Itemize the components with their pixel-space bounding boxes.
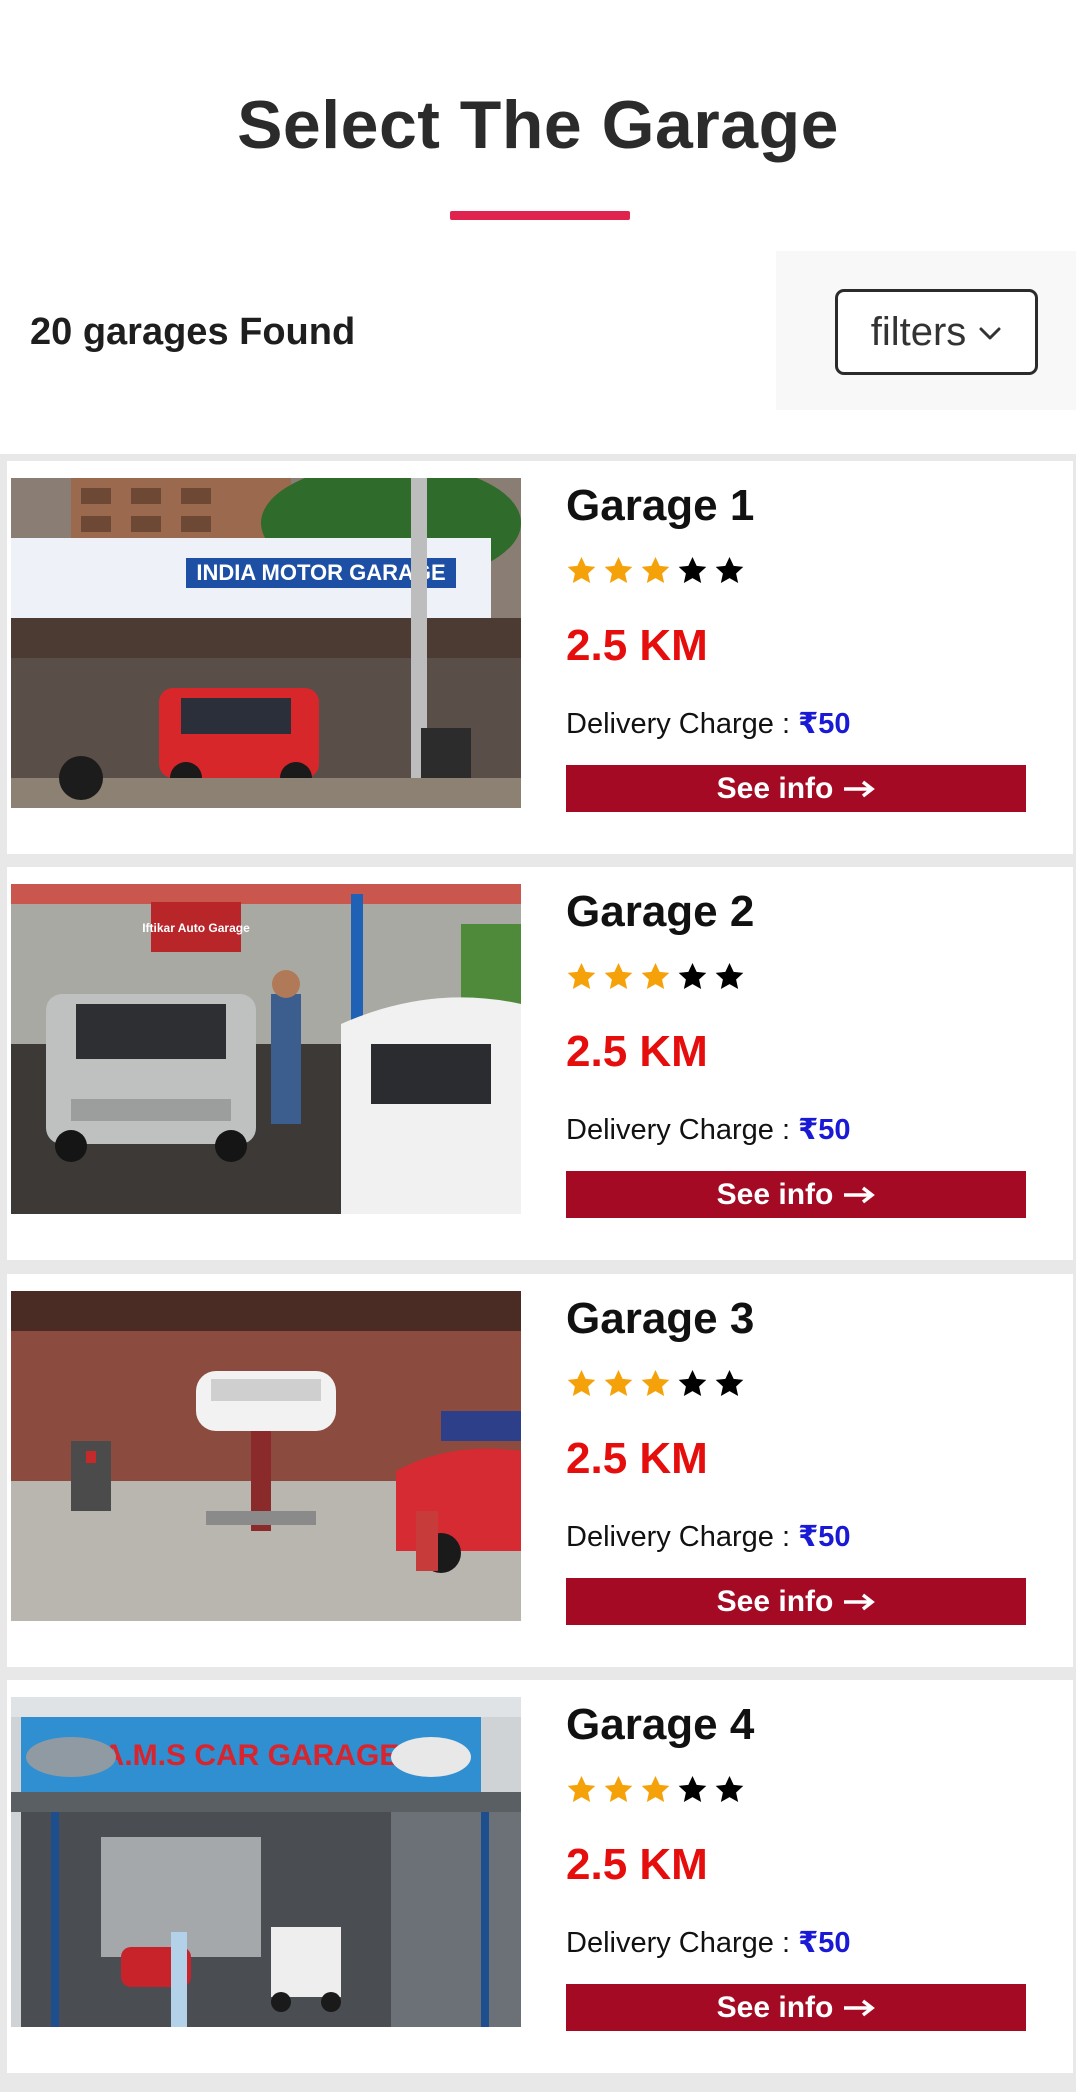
star-empty-icon xyxy=(715,1775,744,1803)
garage-name: Garage 4 xyxy=(566,1700,755,1749)
star-empty-icon xyxy=(678,1369,707,1397)
chevron-down-icon xyxy=(979,327,1001,340)
delivery-label: Delivery Charge : xyxy=(566,708,799,740)
garage-photo xyxy=(11,1291,521,1621)
filters-button[interactable]: filters xyxy=(835,289,1038,375)
star-filled-icon xyxy=(604,556,633,584)
see-info-button[interactable]: See info xyxy=(566,1984,1026,2031)
filters-label: filters xyxy=(870,309,967,354)
garage-distance: 2.5 KM xyxy=(566,621,708,670)
star-filled-icon xyxy=(567,1369,596,1397)
garage-name: Garage 1 xyxy=(566,481,755,530)
rating-stars xyxy=(566,961,745,992)
star-empty-icon xyxy=(678,1775,707,1803)
delivery-amount: ₹50 xyxy=(798,1114,851,1146)
star-filled-icon xyxy=(567,1775,596,1803)
garage-card[interactable]: Garage 3 2.5 KM Delivery Charge : ₹50 Se… xyxy=(7,1274,1073,1667)
garage-card[interactable]: INDIA MOTOR GARAGE Garage 1 2.5 KM Deliv… xyxy=(7,461,1073,854)
star-empty-icon xyxy=(715,1369,744,1397)
arrow-right-icon xyxy=(844,1999,876,2016)
delivery-label: Delivery Charge : xyxy=(566,1927,799,1959)
delivery-label: Delivery Charge : xyxy=(566,1521,799,1553)
arrow-right-icon xyxy=(844,1186,876,1203)
garage-card[interactable]: Iftikar Auto Garage Garage 2 2.5 KM Deli… xyxy=(7,867,1073,1260)
star-filled-icon xyxy=(567,962,596,990)
star-filled-icon xyxy=(567,556,596,584)
title-underline xyxy=(450,211,630,220)
delivery-amount: ₹50 xyxy=(798,1521,851,1553)
garage-card[interactable]: A.M.S CAR GARAGE Garage 4 2.5 KM Deliver… xyxy=(7,1680,1073,2073)
garage-name: Garage 3 xyxy=(566,1294,755,1343)
signboard-text: A.M.S CAR GARAGE xyxy=(103,1739,400,1772)
garage-photo: INDIA MOTOR GARAGE xyxy=(11,478,521,808)
star-filled-icon xyxy=(604,962,633,990)
garage-name: Garage 2 xyxy=(566,887,755,936)
delivery-amount: ₹50 xyxy=(798,1927,851,1959)
signboard-text: Iftikar Auto Garage xyxy=(142,921,250,935)
rating-stars xyxy=(566,555,745,586)
star-empty-icon xyxy=(678,962,707,990)
garage-list: INDIA MOTOR GARAGE Garage 1 2.5 KM Deliv… xyxy=(0,454,1076,2092)
delivery-charge: Delivery Charge : ₹50 xyxy=(566,1519,851,1554)
star-filled-icon xyxy=(641,962,670,990)
rating-stars xyxy=(566,1368,745,1399)
delivery-label: Delivery Charge : xyxy=(566,1114,799,1146)
see-info-label: See info xyxy=(716,1584,834,1618)
star-filled-icon xyxy=(641,1775,670,1803)
garage-distance: 2.5 KM xyxy=(566,1840,708,1889)
star-filled-icon xyxy=(604,1369,633,1397)
arrow-right-icon xyxy=(844,780,876,797)
see-info-button[interactable]: See info xyxy=(566,765,1026,812)
delivery-charge: Delivery Charge : ₹50 xyxy=(566,1112,851,1147)
delivery-charge: Delivery Charge : ₹50 xyxy=(566,1925,851,1960)
garage-distance: 2.5 KM xyxy=(566,1434,708,1483)
star-filled-icon xyxy=(641,1369,670,1397)
star-empty-icon xyxy=(715,556,744,584)
see-info-label: See info xyxy=(716,1990,834,2024)
star-filled-icon xyxy=(604,1775,633,1803)
see-info-label: See info xyxy=(716,771,834,805)
see-info-label: See info xyxy=(716,1177,834,1211)
arrow-right-icon xyxy=(844,1593,876,1610)
garage-photo: Iftikar Auto Garage xyxy=(11,884,521,1214)
signboard-text: INDIA MOTOR GARAGE xyxy=(196,560,445,585)
star-empty-icon xyxy=(715,962,744,990)
garage-count: 20 garages Found xyxy=(30,311,356,353)
garage-distance: 2.5 KM xyxy=(566,1027,708,1076)
delivery-amount: ₹50 xyxy=(798,708,851,740)
delivery-charge: Delivery Charge : ₹50 xyxy=(566,706,851,741)
page-title: Select The Garage xyxy=(237,87,839,163)
garage-photo: A.M.S CAR GARAGE xyxy=(11,1697,521,2027)
star-filled-icon xyxy=(641,556,670,584)
see-info-button[interactable]: See info xyxy=(566,1578,1026,1625)
see-info-button[interactable]: See info xyxy=(566,1171,1026,1218)
star-empty-icon xyxy=(678,556,707,584)
rating-stars xyxy=(566,1774,745,1805)
